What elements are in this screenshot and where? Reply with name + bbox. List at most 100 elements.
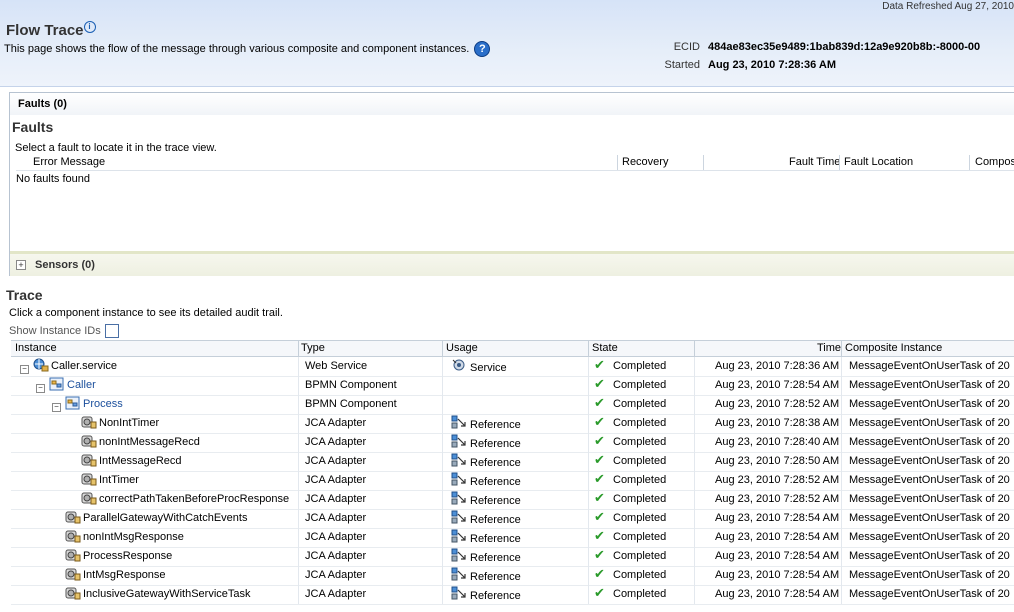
col-instance[interactable]: Instance xyxy=(15,342,57,354)
instance-name[interactable]: IntTimer xyxy=(99,474,139,486)
no-faults-text: No faults found xyxy=(16,173,90,185)
collapse-toggle[interactable]: − xyxy=(52,403,61,412)
trace-row[interactable]: IntTimer JCA Adapter Reference ✔ Completed Au… xyxy=(11,471,1014,491)
trace-row[interactable]: IntMessageRecd JCA Adapter Reference ✔ Compl… xyxy=(11,452,1014,472)
trace-row[interactable]: IntMsgResponse JCA Adapter Reference ✔ Compl… xyxy=(11,566,1014,586)
composite-instance[interactable]: MessageEventOnUserTask of 20 xyxy=(849,588,1010,600)
instance-name[interactable]: NonIntTimer xyxy=(99,417,159,429)
col-type[interactable]: Type xyxy=(301,342,325,354)
instance-name[interactable]: Caller xyxy=(67,379,96,391)
composite-instance[interactable]: MessageEventOnUserTask of 20 xyxy=(849,474,1010,486)
instance-state: Completed xyxy=(613,436,667,448)
info-icon[interactable]: i xyxy=(83,21,96,33)
composite-instance[interactable]: MessageEventOnUserTask of 20 xyxy=(849,550,1010,562)
ecid-label: ECID xyxy=(673,41,700,53)
instance-time: Aug 23, 2010 7:28:40 AM xyxy=(715,436,840,448)
col-state[interactable]: State xyxy=(592,342,618,354)
trace-row[interactable]: ProcessResponse JCA Adapter Reference ✔ Comp… xyxy=(11,547,1014,567)
trace-row[interactable]: NonIntTimer JCA Adapter Reference ✔ Complete… xyxy=(11,414,1014,434)
col-fault-time[interactable]: Fault Time xyxy=(789,156,840,170)
instance-name[interactable]: correctPathTakenBeforeProcResponse xyxy=(99,493,289,505)
trace-row[interactable]: − Caller BPMN Component ✔ Completed Aug 23, 2… xyxy=(11,376,1014,396)
instance-name[interactable]: Caller.service xyxy=(51,360,117,372)
service-icon xyxy=(33,358,49,372)
instance-type: Web Service xyxy=(305,360,368,372)
started-label: Started xyxy=(664,59,700,71)
instance-state: Completed xyxy=(613,398,667,410)
collapse-toggle[interactable]: − xyxy=(36,384,45,393)
show-instance-ids-checkbox[interactable] xyxy=(104,324,119,338)
faults-table-header: Error Message Recovery Fault Time Fault … xyxy=(16,155,1014,171)
composite-instance[interactable]: MessageEventOnUserTask of 20 xyxy=(849,569,1010,581)
trace-row[interactable]: ParallelGatewayWithCatchEvents JCA Adapte… xyxy=(11,509,1014,529)
reference-icon xyxy=(451,472,466,486)
composite-instance[interactable]: MessageEventOnUserTask of 20 xyxy=(849,360,1010,372)
reference-icon xyxy=(451,529,466,543)
expand-icon[interactable]: + xyxy=(16,260,26,270)
completed-check-icon: ✔ xyxy=(594,433,605,448)
instance-usage: Reference xyxy=(470,514,521,526)
trace-row[interactable]: correctPathTakenBeforeProcResponse JCA Ad… xyxy=(11,490,1014,510)
instance-type: JCA Adapter xyxy=(305,474,367,486)
instance-usage: Reference xyxy=(470,438,521,450)
instance-time: Aug 23, 2010 7:28:52 AM xyxy=(715,493,840,505)
composite-instance[interactable]: MessageEventOnUserTask of 20 xyxy=(849,493,1010,505)
instance-usage: Reference xyxy=(470,571,521,583)
faults-heading: Faults xyxy=(12,119,54,135)
composite-instance[interactable]: MessageEventOnUserTask of 20 xyxy=(849,379,1010,391)
completed-check-icon: ✔ xyxy=(594,509,605,524)
instance-time: Aug 23, 2010 7:28:54 AM xyxy=(715,569,840,581)
composite-instance[interactable]: MessageEventOnUserTask of 20 xyxy=(849,455,1010,467)
reference-icon xyxy=(451,415,466,429)
col-error-message[interactable]: Error Message xyxy=(33,156,105,170)
trace-heading: Trace xyxy=(6,287,43,303)
instance-state: Completed xyxy=(613,379,667,391)
composite-instance[interactable]: MessageEventOnUserTask of 20 xyxy=(849,512,1010,524)
instance-name[interactable]: Process xyxy=(83,398,123,410)
trace-row[interactable]: − Caller.service Web Service Service ✔ Comple… xyxy=(11,357,1014,377)
instance-time: Aug 23, 2010 7:28:50 AM xyxy=(715,455,840,467)
instance-name[interactable]: nonIntMsgResponse xyxy=(83,531,184,543)
trace-row[interactable]: nonIntMsgResponse JCA Adapter Reference ✔ Co… xyxy=(11,528,1014,548)
faults-subtitle: Select a fault to locate it in the trace… xyxy=(15,142,217,154)
instance-name[interactable]: ParallelGatewayWithCatchEvents xyxy=(83,512,247,524)
instance-name[interactable]: IntMessageRecd xyxy=(99,455,182,467)
composite-instance[interactable]: MessageEventOnUserTask of 20 xyxy=(849,417,1010,429)
help-icon[interactable]: ? xyxy=(474,41,491,57)
instance-type: BPMN Component xyxy=(305,398,397,410)
trace-row[interactable]: − Process BPMN Component ✔ Completed Aug 23, … xyxy=(11,395,1014,415)
instance-name[interactable]: InclusiveGatewayWithServiceTask xyxy=(83,588,251,600)
data-refreshed-text: Data Refreshed Aug 27, 2010 xyxy=(882,1,1014,12)
sensors-section[interactable]: + Sensors (0) xyxy=(10,251,1014,276)
col-recovery[interactable]: Recovery xyxy=(622,156,668,170)
instance-state: Completed xyxy=(613,569,667,581)
col-composite[interactable]: Composi xyxy=(975,156,1014,170)
composite-instance[interactable]: MessageEventOnUserTask of 20 xyxy=(849,531,1010,543)
instance-type: JCA Adapter xyxy=(305,550,367,562)
trace-row[interactable]: InclusiveGatewayWithServiceTask JCA Adapt… xyxy=(11,585,1014,605)
reference-icon xyxy=(451,567,466,581)
jca-adapter-icon xyxy=(81,416,97,429)
composite-instance[interactable]: MessageEventOnUserTask of 20 xyxy=(849,398,1010,410)
instance-name[interactable]: nonIntMessageRecd xyxy=(99,436,200,448)
collapse-toggle[interactable]: − xyxy=(20,365,29,374)
col-usage[interactable]: Usage xyxy=(446,342,478,354)
completed-check-icon: ✔ xyxy=(594,452,605,467)
jca-adapter-icon xyxy=(65,530,81,543)
reference-icon xyxy=(451,491,466,505)
trace-row[interactable]: nonIntMessageRecd JCA Adapter Reference ✔ Co… xyxy=(11,433,1014,453)
instance-type: BPMN Component xyxy=(305,379,397,391)
col-fault-location[interactable]: Fault Location xyxy=(844,156,913,170)
faults-tab[interactable]: Faults (0) xyxy=(10,93,1014,115)
completed-check-icon: ✔ xyxy=(594,566,605,581)
bpmn-component-icon xyxy=(49,377,64,391)
ecid-value: 484ae83ec35e9489:1bab839d:12a9e920b8b:-8… xyxy=(708,41,981,53)
started-value: Aug 23, 2010 7:28:36 AM xyxy=(708,59,836,71)
completed-check-icon: ✔ xyxy=(594,585,605,600)
col-time[interactable]: Time xyxy=(817,342,841,354)
col-composite-instance[interactable]: Composite Instance xyxy=(845,342,942,354)
show-instance-ids: Show Instance IDs xyxy=(9,324,119,338)
instance-name[interactable]: IntMsgResponse xyxy=(83,569,166,581)
composite-instance[interactable]: MessageEventOnUserTask of 20 xyxy=(849,436,1010,448)
instance-name[interactable]: ProcessResponse xyxy=(83,550,172,562)
